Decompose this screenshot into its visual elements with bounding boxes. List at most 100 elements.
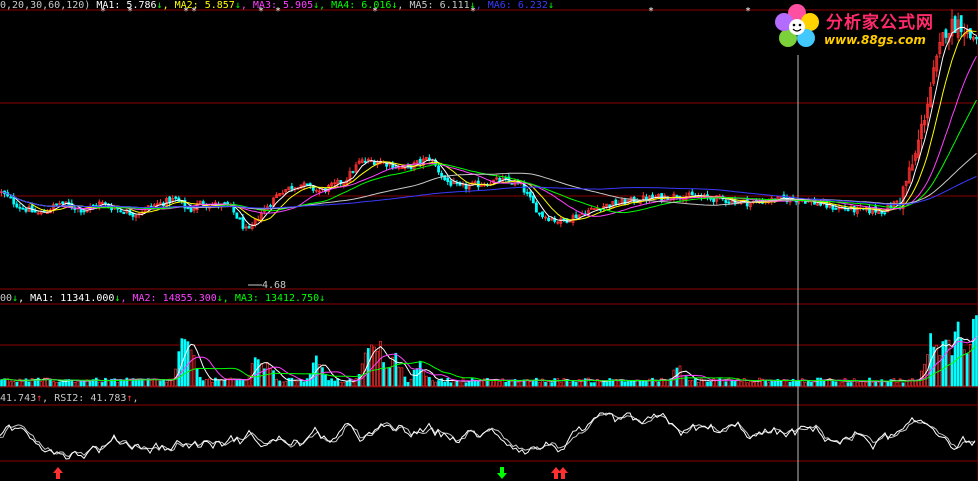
volume-bar	[956, 321, 960, 387]
volume-bar	[651, 377, 654, 387]
volume-bar	[767, 382, 770, 387]
volume-bar	[972, 318, 975, 387]
volume-bar	[296, 381, 300, 387]
price-candle	[846, 209, 850, 212]
volume-bar	[333, 380, 337, 387]
volume-bar	[192, 355, 196, 387]
volume-bar	[877, 382, 881, 387]
volume-bar	[709, 381, 712, 387]
price-candle	[440, 172, 444, 177]
volume-bar	[299, 380, 303, 387]
volume-bar	[752, 382, 755, 387]
volume-bar	[354, 378, 358, 387]
volume-legend-part: , MA2: 14855.300	[120, 293, 217, 304]
volume-bar	[269, 368, 272, 387]
volume-bar	[223, 379, 226, 387]
volume-bar	[49, 379, 52, 387]
volume-bar	[745, 382, 749, 387]
price-candle	[174, 196, 178, 199]
volume-bar	[944, 339, 948, 387]
volume-bar	[39, 381, 43, 387]
volume-bar	[400, 367, 404, 387]
volume-bar	[97, 381, 101, 387]
volume-bar	[330, 378, 333, 387]
volume-bar	[183, 339, 187, 387]
volume-bar	[965, 353, 969, 387]
volume-bar	[758, 377, 761, 387]
sell-arrow-icon	[497, 467, 507, 479]
volume-bar	[559, 382, 563, 387]
volume-bar	[693, 378, 697, 387]
volume-bar	[189, 349, 193, 387]
volume-bar	[764, 379, 767, 387]
volume-bar	[892, 378, 896, 387]
volume-bar	[733, 381, 737, 387]
volume-bar	[553, 378, 557, 387]
price-candle	[547, 217, 550, 222]
volume-bar	[244, 379, 248, 387]
volume-bar	[391, 356, 395, 387]
rsi-panel	[0, 412, 976, 479]
volume-bar	[55, 381, 58, 387]
volume-bar	[217, 380, 220, 387]
volume-ma3-line	[1, 344, 977, 382]
volume-bar	[825, 380, 829, 387]
price-candle	[290, 185, 294, 190]
volume-bar	[779, 380, 783, 387]
price-legend-part: , MA4: 6.016	[319, 0, 392, 11]
volume-bar	[831, 381, 835, 387]
volume-bar	[953, 331, 957, 387]
volume-bar	[220, 379, 223, 387]
ma3-line	[1, 56, 977, 217]
logo-url: www.88gs.com	[824, 33, 926, 47]
price-legend-part: , MA5: 6.111	[397, 0, 470, 11]
volume-legend-part: 00	[0, 293, 13, 304]
volume-bar	[351, 382, 355, 387]
volume-bar	[287, 377, 291, 387]
price-legend-part: MA1: 5.786	[90, 0, 157, 11]
volume-bar	[638, 380, 642, 387]
volume-bar	[12, 381, 16, 387]
volume-bar	[550, 382, 554, 387]
price-candle	[437, 165, 440, 173]
price-legend: 0,20,30,60,120) MA1: 5.786↓, MA2: 5.857↓…	[0, 0, 554, 11]
site-logo[interactable]: 分析家公式网 www.88gs.com	[770, 2, 970, 54]
price-candle	[819, 202, 823, 206]
price-candle	[18, 206, 22, 209]
volume-bar	[913, 380, 917, 387]
volume-bar	[342, 381, 346, 387]
volume-bar	[446, 377, 450, 387]
volume-bar	[810, 381, 813, 387]
volume-bar	[657, 381, 660, 387]
price-candle	[528, 191, 532, 198]
price-candle	[525, 192, 529, 194]
price-candle	[727, 201, 731, 204]
price-candle	[464, 184, 468, 190]
price-candle	[418, 158, 422, 164]
volume-bar	[510, 380, 514, 387]
volume-bar	[388, 367, 392, 387]
price-candle	[690, 191, 694, 196]
volume-bar	[629, 380, 633, 387]
volume-bar	[443, 381, 447, 387]
volume-bar	[959, 338, 963, 387]
volume-bar	[470, 378, 474, 387]
price-candle	[834, 208, 838, 210]
volume-bar	[492, 379, 495, 387]
volume-bar	[895, 381, 899, 387]
volume-bar	[544, 381, 547, 387]
stock-chart[interactable]: * * * * * * * * * *	[0, 0, 978, 481]
price-candle	[975, 37, 978, 40]
volume-bar	[690, 380, 694, 387]
volume-bar	[458, 382, 462, 387]
volume-bar	[159, 380, 162, 387]
volume-bar	[516, 381, 520, 387]
price-candle	[247, 226, 251, 229]
volume-bar	[813, 381, 816, 387]
price-candle	[15, 203, 19, 208]
volume-bar	[348, 378, 352, 387]
volume-bar	[641, 381, 645, 387]
volume-bar	[855, 381, 859, 387]
volume-bar	[739, 381, 743, 387]
rsi-legend: 41.743↑, RSI2: 41.783↑,	[0, 393, 139, 404]
